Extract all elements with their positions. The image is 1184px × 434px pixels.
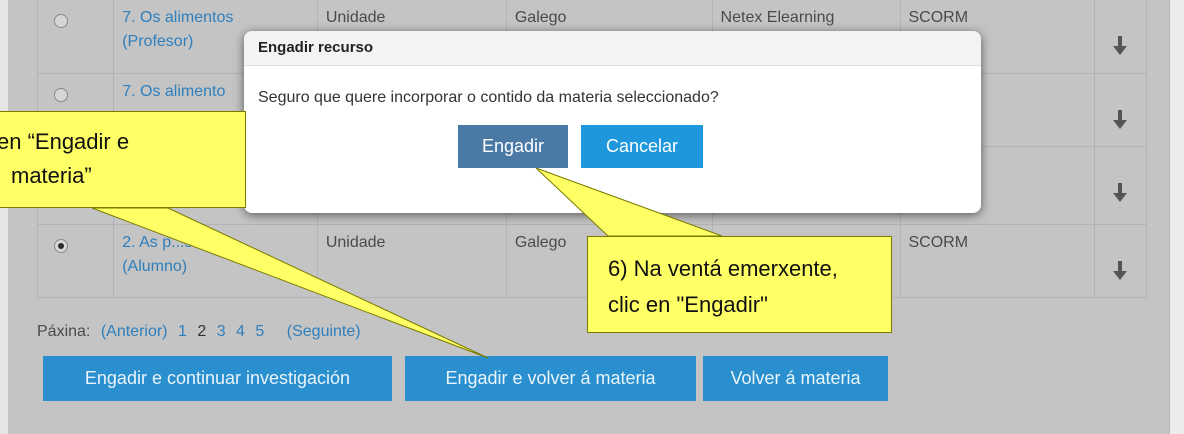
left-callout-line1: en “Engadir e xyxy=(0,129,130,154)
left-callout-line2: materia” xyxy=(11,163,92,188)
left-callout: en “Engadir e materia” xyxy=(0,111,246,208)
left-callout-pointer xyxy=(91,207,489,359)
right-callout-line2: clic en "Engadir" xyxy=(608,292,768,317)
right-callout: 6) Na ventá emerxente, clic en "Engadir" xyxy=(587,236,892,333)
right-callout-pointer xyxy=(535,167,723,237)
right-callout-line1: 6) Na ventá emerxente, xyxy=(608,256,838,281)
callout-pointers xyxy=(91,167,723,359)
